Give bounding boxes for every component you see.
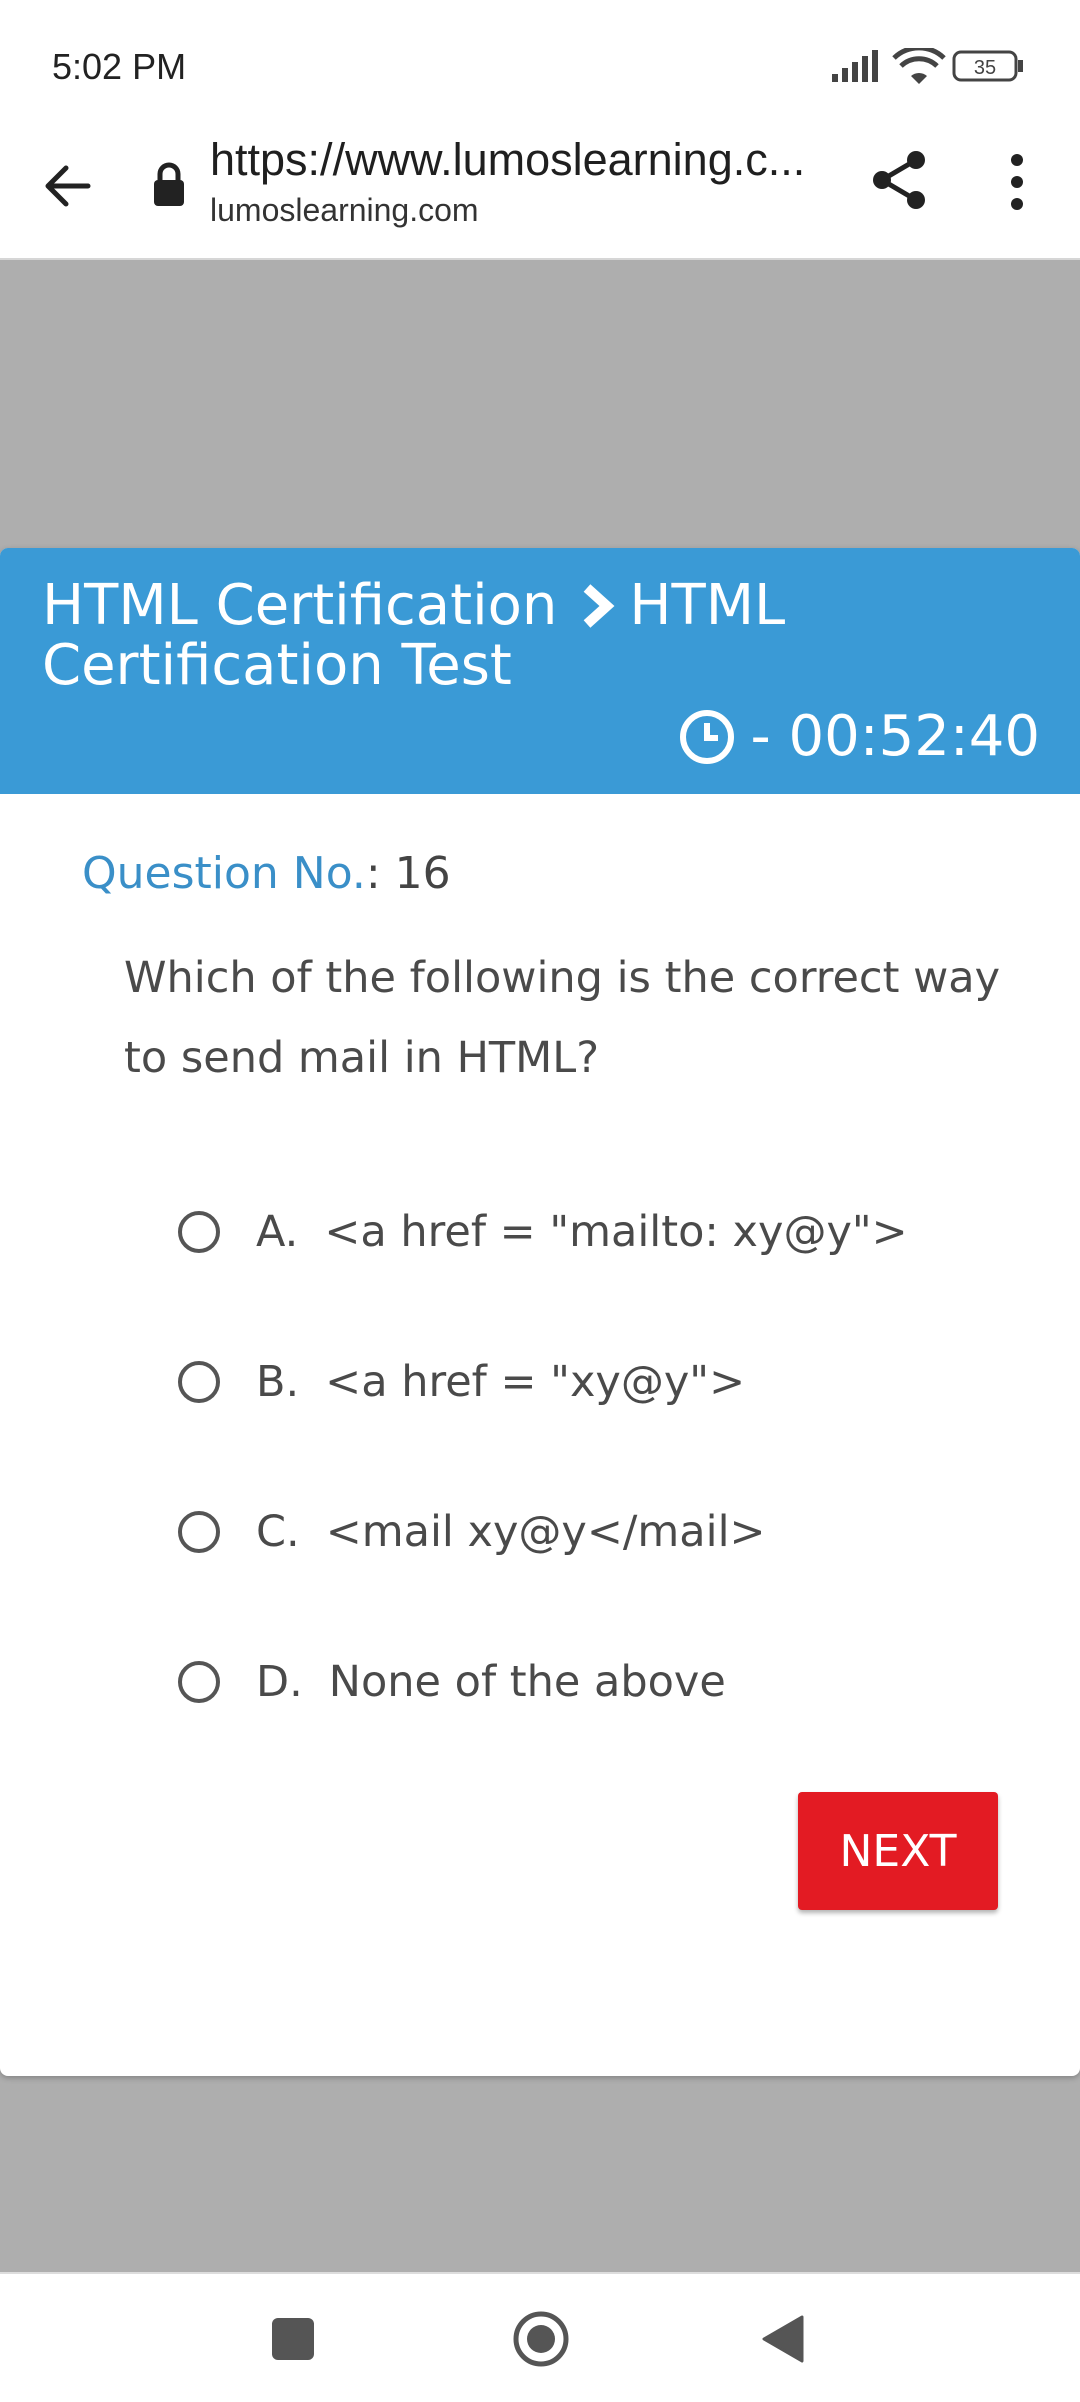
option-a[interactable]: A. <a href = "mailto: xy@y"> xyxy=(178,1202,908,1262)
question-number-value: : 16 xyxy=(365,848,451,899)
clock-icon xyxy=(680,709,735,764)
quiz-header: HTML Certification HTML Certification Tes… xyxy=(0,548,1080,794)
radio-button[interactable] xyxy=(178,1211,220,1253)
wifi-icon xyxy=(892,48,946,84)
option-text: <a href = "mailto: xy@y"> xyxy=(324,1207,908,1257)
option-text: <a href = "xy@y"> xyxy=(325,1357,746,1407)
signal-icon xyxy=(832,50,878,82)
option-c[interactable]: C. <mail xy@y</mail> xyxy=(178,1502,766,1562)
lock-icon[interactable] xyxy=(152,160,186,210)
more-vert-icon[interactable] xyxy=(1000,152,1034,212)
question-number-label: Question No. xyxy=(82,848,366,899)
option-text: None of the above xyxy=(328,1657,726,1707)
option-letter: D. xyxy=(256,1657,303,1707)
battery-icon: 35 xyxy=(952,50,1023,82)
breadcrumb: HTML Certification HTML Certification Tes… xyxy=(42,576,1002,696)
timer-value: - 00:52:40 xyxy=(750,704,1040,769)
option-b[interactable]: B. <a href = "xy@y"> xyxy=(178,1352,745,1412)
option-text: <mail xy@y</mail> xyxy=(325,1507,766,1557)
radio-button[interactable] xyxy=(178,1511,220,1553)
url-text[interactable]: https://www.lumoslearning.c... xyxy=(210,134,810,186)
battery-level: 35 xyxy=(974,57,996,79)
question-number: Question No.: 16 xyxy=(82,848,451,899)
radio-button[interactable] xyxy=(178,1361,220,1403)
option-d[interactable]: D. None of the above xyxy=(178,1652,726,1712)
option-letter: A. xyxy=(256,1207,299,1257)
countdown-timer: - 00:52:40 xyxy=(678,704,1040,769)
system-nav-bar xyxy=(0,2272,1080,2402)
status-time: 5:02 PM xyxy=(52,46,187,87)
radio-button[interactable] xyxy=(178,1661,220,1703)
share-icon[interactable] xyxy=(868,148,932,212)
breadcrumb-course[interactable]: HTML Certification xyxy=(42,573,557,638)
question-text: Which of the following is the correct wa… xyxy=(124,953,1001,1083)
domain-text[interactable]: lumoslearning.com xyxy=(210,192,479,229)
status-bar: 5:02 PM 35 xyxy=(0,0,1080,130)
option-letter: B. xyxy=(256,1357,300,1407)
back-arrow-icon[interactable] xyxy=(38,156,98,216)
next-button[interactable]: NEXT xyxy=(798,1792,998,1910)
nav-home-icon[interactable] xyxy=(512,2310,570,2368)
nav-recent-icon[interactable] xyxy=(272,2318,314,2360)
option-letter: C. xyxy=(256,1507,300,1557)
browser-toolbar: https://www.lumoslearning.c... lumoslear… xyxy=(0,130,1080,260)
quiz-card: HTML Certification HTML Certification Tes… xyxy=(0,548,1080,2076)
chevron-right-icon xyxy=(584,584,615,628)
nav-back-icon[interactable] xyxy=(760,2314,806,2364)
